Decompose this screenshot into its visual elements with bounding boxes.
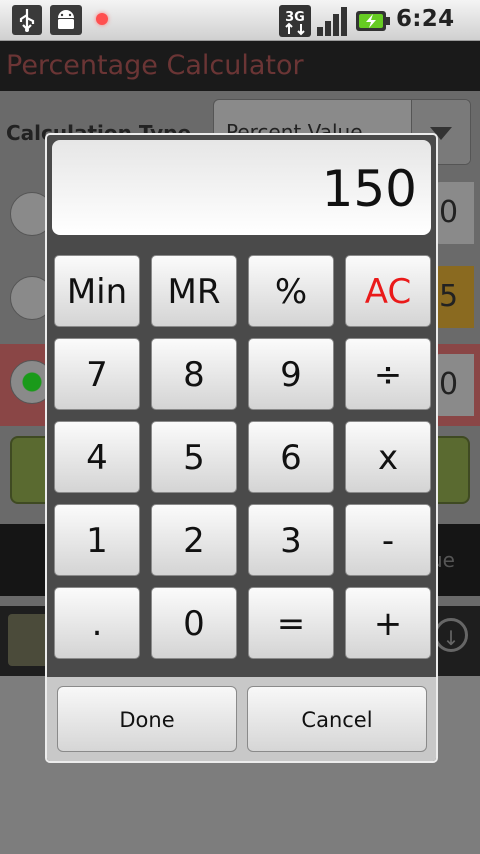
value-field-2[interactable]: 5 [434,266,474,328]
value-field-3[interactable]: 0 [434,354,474,416]
calculator-dialog: 150 Min MR % AC 7 8 9 ÷ 4 5 6 x 1 2 3 - … [45,133,438,763]
calculator-display: 150 [52,140,431,235]
key-0[interactable]: 0 [151,587,237,659]
app-title: Percentage Calculator [6,50,304,81]
key-add[interactable]: + [345,587,431,659]
key-divide[interactable]: ÷ [345,338,431,410]
key-3[interactable]: 3 [248,504,334,576]
3g-icon: 3G [279,5,311,41]
key-decimal[interactable]: . [54,587,140,659]
value-field-1[interactable]: 0 [434,182,474,244]
app-title-bar: Percentage Calculator [0,41,480,91]
notification-dot-icon [96,13,108,25]
key-mr[interactable]: MR [151,255,237,327]
battery-charging-icon [356,9,390,37]
key-1[interactable]: 1 [54,504,140,576]
key-multiply[interactable]: x [345,421,431,493]
cancel-button[interactable]: Cancel [247,686,427,752]
key-9[interactable]: 9 [248,338,334,410]
key-6[interactable]: 6 [248,421,334,493]
key-7[interactable]: 7 [54,338,140,410]
key-equals[interactable]: = [248,587,334,659]
key-8[interactable]: 8 [151,338,237,410]
usb-icon [12,5,42,39]
key-min[interactable]: Min [54,255,140,327]
svg-text:3G: 3G [285,10,305,25]
status-bar: 3G 6:24 PM [0,0,480,56]
key-ac[interactable]: AC [345,255,431,327]
key-5[interactable]: 5 [151,421,237,493]
key-2[interactable]: 2 [151,504,237,576]
key-4[interactable]: 4 [54,421,140,493]
dialog-footer: Done Cancel [47,677,436,761]
done-button[interactable]: Done [57,686,237,752]
download-icon[interactable]: ↓ [434,618,468,652]
key-percent[interactable]: % [248,255,334,327]
display-value: 150 [321,160,417,218]
signal-icon [316,5,350,41]
key-subtract[interactable]: - [345,504,431,576]
android-debug-icon [50,5,82,39]
